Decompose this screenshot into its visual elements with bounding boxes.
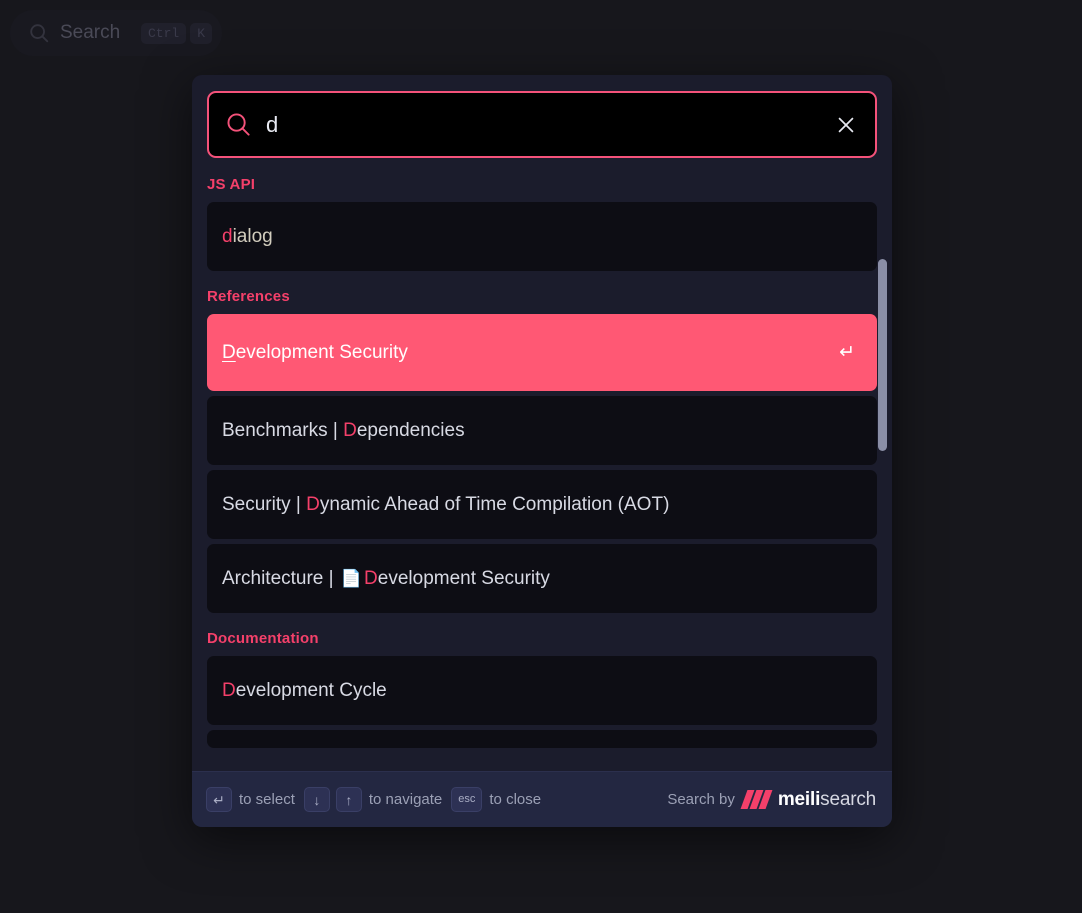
result-tail: evelopment Cycle (235, 679, 387, 701)
result-tail: ialog (232, 225, 273, 247)
search-input-box[interactable]: d (207, 91, 877, 158)
result-label: Architecture | 📄 Development Security (222, 567, 855, 591)
result-highlight: D (222, 341, 236, 363)
hint-navigate: ↓ ↑ to navigate (303, 787, 443, 812)
results-scrollbar[interactable] (878, 166, 887, 771)
arrow-up-key-icon: ↑ (335, 787, 362, 812)
search-modal: d JS API dialog References Development S… (192, 75, 892, 827)
search-results-inner: JS API dialog References Development Sec… (207, 166, 877, 752)
result-row[interactable]: Architecture | 📄 Development Security (207, 544, 877, 613)
result-row[interactable]: Benchmarks | Dependencies (207, 396, 877, 465)
section-title-references: References (207, 288, 290, 305)
meilisearch-wordmark: meilisearch (778, 789, 876, 811)
scrollbar-thumb[interactable] (878, 259, 887, 451)
result-row-selected[interactable]: Development Security ↵ (207, 314, 877, 391)
result-prefix: Security | (222, 493, 307, 515)
result-label: dialog (222, 225, 855, 249)
result-row[interactable]: dialog (207, 202, 877, 271)
enter-key-icon: ↵ (206, 787, 232, 812)
brand-search: search (820, 788, 876, 810)
result-row[interactable]: Security | Dynamic Ahead of Time Compila… (207, 470, 877, 539)
search-input[interactable]: d (266, 113, 817, 136)
meilisearch-logo-icon (740, 790, 773, 809)
result-row[interactable]: Development Cycle (207, 656, 877, 725)
keyboard-hints: ↵ to select ↓ ↑ to navigate esc to close (206, 787, 667, 812)
page-search-label: Search (60, 22, 121, 43)
result-tail: evelopment Security (377, 567, 550, 589)
kbd-k: K (190, 22, 212, 44)
result-row-partial[interactable] (207, 730, 877, 748)
page-search-bar[interactable]: Search Ctrl K (10, 10, 222, 56)
result-highlight: D (364, 567, 378, 589)
close-icon[interactable] (831, 110, 861, 140)
hint-select: ↵ to select (206, 787, 295, 812)
result-highlight: D (306, 493, 320, 515)
page-document-icon: 📄 (340, 568, 363, 588)
search-results-list: JS API dialog References Development Sec… (192, 166, 892, 771)
arrow-down-key-icon: ↓ (303, 787, 330, 812)
result-highlight: D (343, 419, 357, 441)
result-tail: evelopment Security (235, 341, 408, 363)
result-label: Benchmarks | Dependencies (222, 419, 855, 443)
kbd-ctrl: Ctrl (140, 22, 187, 44)
search-icon (28, 22, 50, 44)
enter-icon: ↵ (839, 342, 855, 363)
result-prefix: Benchmarks | (222, 419, 344, 441)
result-highlight: D (222, 679, 236, 701)
result-tail: ependencies (356, 419, 465, 441)
hint-select-label: to select (239, 791, 295, 808)
result-highlight: d (222, 225, 233, 247)
result-tail: ynamic Ahead of Time Compilation (AOT) (319, 493, 670, 515)
section-title-js-api: JS API (207, 176, 256, 193)
hint-close: esc to close (451, 787, 541, 812)
search-modal-footer: ↵ to select ↓ ↑ to navigate esc to close… (192, 771, 892, 827)
search-icon (225, 111, 252, 138)
section-title-documentation: Documentation (207, 630, 319, 647)
page-search-shortcut: Ctrl K (140, 22, 212, 44)
hint-close-label: to close (489, 791, 542, 808)
arrow-keys: ↓ ↑ (303, 787, 362, 812)
search-modal-header: d (192, 75, 892, 166)
brand-meili: meili (777, 788, 821, 810)
result-prefix: Architecture | (222, 567, 339, 589)
hint-navigate-label: to navigate (368, 791, 443, 808)
esc-key-icon: esc (451, 787, 483, 812)
powered-by-label: Search by (667, 791, 735, 808)
powered-by-meilisearch[interactable]: Search by meilisearch (667, 789, 876, 811)
result-label: Development Cycle (222, 679, 855, 703)
result-label: Development Security (222, 341, 827, 365)
result-label: Security | Dynamic Ahead of Time Compila… (222, 493, 855, 517)
